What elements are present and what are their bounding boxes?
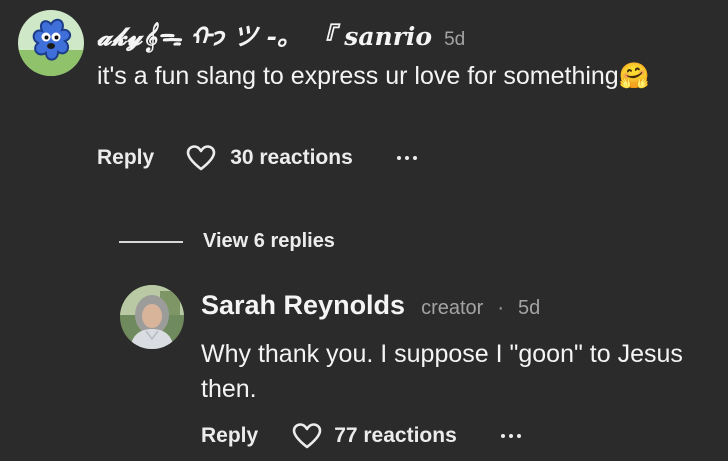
view-replies-toggle[interactable]: View 6 replies [119,230,335,253]
creator-badge: creator [421,297,484,319]
reply-header: Sarah Reynolds creator · 5d [201,290,540,321]
reply-actions: Reply 77 reactions [201,422,521,450]
like-button[interactable] [292,422,322,450]
cartoon-character-icon [18,10,84,76]
view-replies-label[interactable]: View 6 replies [203,230,335,253]
comment-username[interactable]: 𝓪𝓴𝔂𝄞ᯓ ᡣ𐭩 ツ -。 『 sanrio [97,10,432,54]
thread-divider [119,240,183,243]
comment-text: it's a fun slang to express ur love for … [97,62,619,90]
heart-icon [292,423,322,449]
comment-thread: 𝓪𝓴𝔂𝄞ᯓ ᡣ𐭩 ツ -。 『 sanrio 5d it's a fun sla… [0,0,728,461]
reply-button[interactable]: Reply [201,424,258,448]
reply-age: 5d [518,297,541,319]
more-options-icon[interactable] [500,434,521,438]
meta-separator: · [497,297,504,319]
reply-avatar[interactable] [120,285,184,349]
reaction-count[interactable]: 30 reactions [230,146,353,170]
hugging-face-emoji-icon: 🤗 [618,62,650,90]
more-options-icon[interactable] [396,156,417,160]
reply-text: Why thank you. I suppose I "goon" to Jes… [201,340,683,403]
comment-age: 5d [444,29,466,50]
heart-icon [186,145,216,171]
comment-header: 𝓪𝓴𝔂𝄞ᯓ ᡣ𐭩 ツ -。 『 sanrio 5d [97,10,465,54]
reply-username[interactable]: Sarah Reynolds [201,290,405,321]
commenter-avatar[interactable] [18,10,84,76]
reply-button[interactable]: Reply [97,146,154,170]
profile-photo-icon [120,285,184,349]
like-button[interactable] [186,144,216,172]
comment-actions: Reply 30 reactions [97,144,417,172]
comment-body: it's a fun slang to express ur love for … [97,60,657,92]
reaction-count[interactable]: 77 reactions [334,424,457,448]
